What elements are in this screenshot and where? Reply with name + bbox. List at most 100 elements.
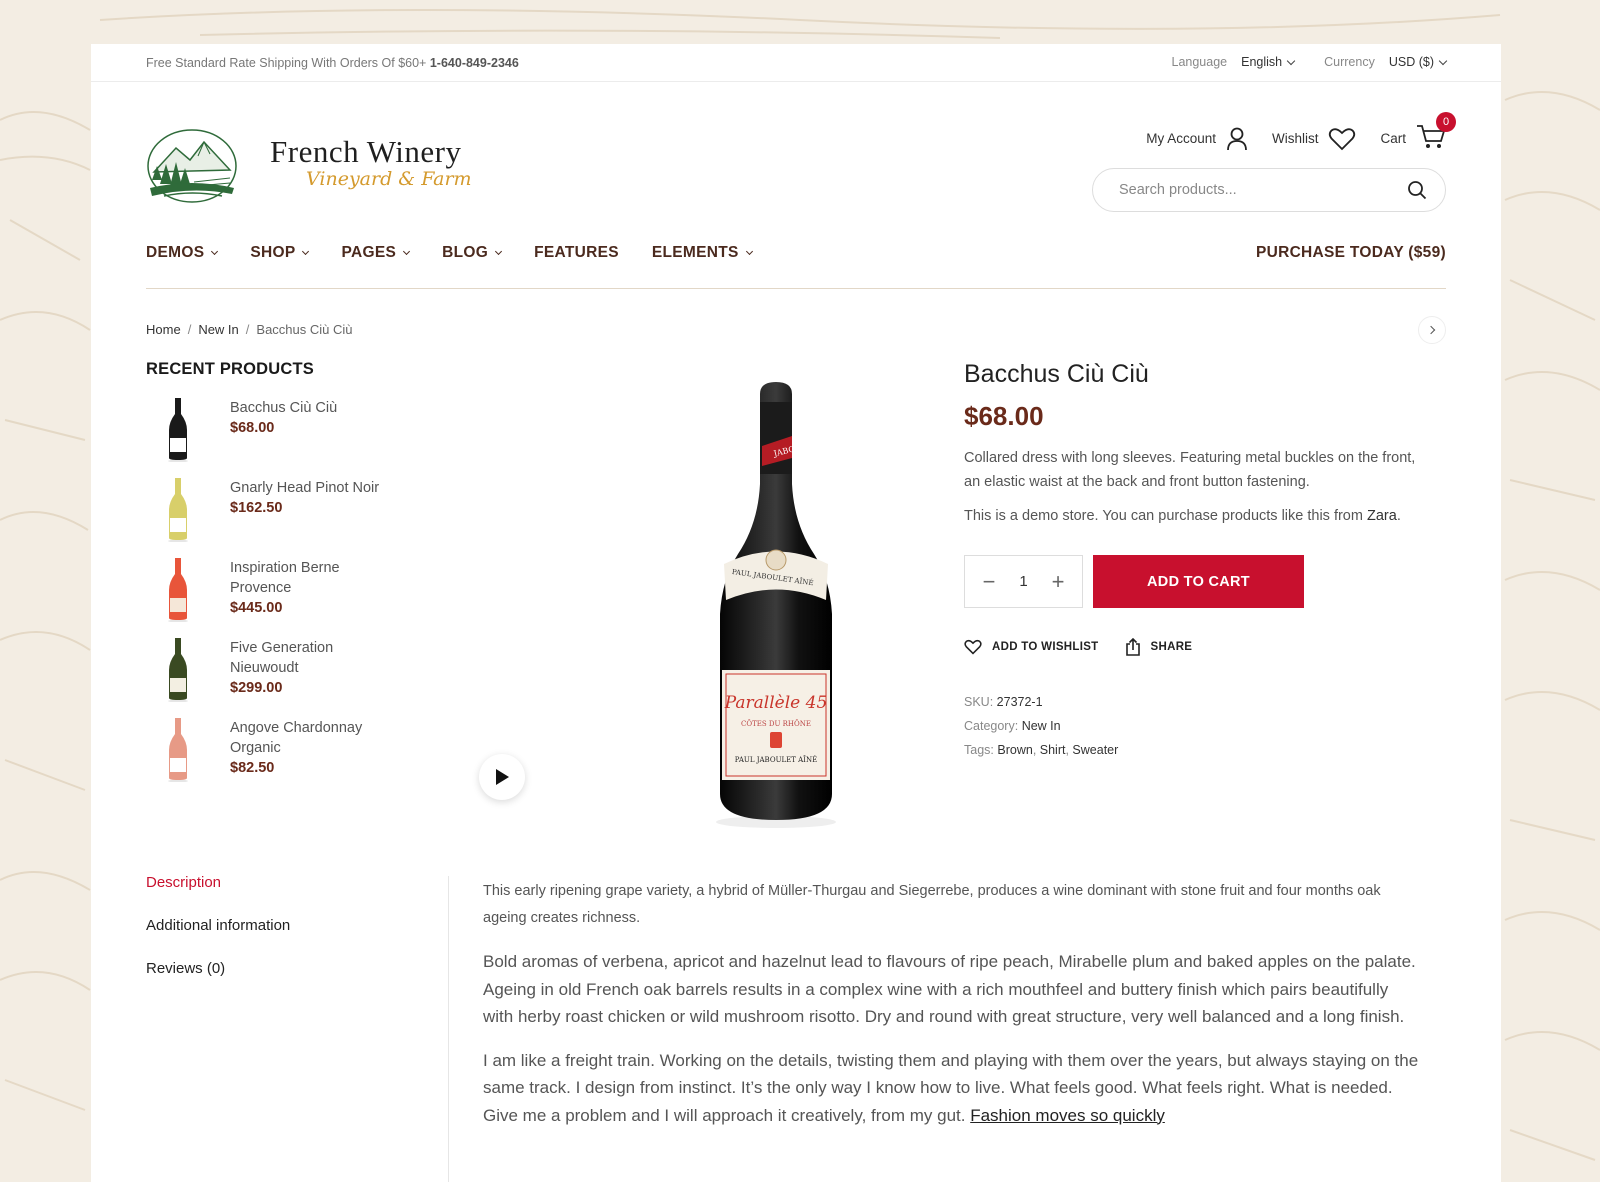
- wine-bottle-thumbnail: [168, 398, 188, 462]
- nav-item-label: FEATURES: [534, 244, 619, 261]
- cart-label: Cart: [1380, 131, 1406, 146]
- nav-item-blog[interactable]: BLOG: [442, 244, 503, 262]
- nav-item-features[interactable]: FEATURES: [534, 244, 619, 262]
- nav-item-pages[interactable]: PAGES: [341, 244, 411, 262]
- next-product-button[interactable]: [1418, 316, 1446, 344]
- account-label: My Account: [1146, 131, 1216, 146]
- play-video-button[interactable]: [479, 754, 525, 800]
- content-area: French Winery Vineyard & Farm My Account…: [146, 44, 1456, 1182]
- nav-item-demos[interactable]: DEMOS: [146, 244, 219, 262]
- my-account-link[interactable]: My Account: [1146, 127, 1248, 151]
- list-item[interactable]: Angove Chardonnay Organic $82.50: [146, 718, 406, 798]
- list-item[interactable]: Inspiration Berne Provence $445.00: [146, 558, 406, 638]
- product-image[interactable]: JABOULET PAUL JABOULET AÎNÉ Parallèle 45…: [576, 374, 946, 834]
- tags-row: Tags: Brown, Shirt, Sweater: [964, 738, 1424, 762]
- recent-product-price: $162.50: [230, 500, 283, 516]
- sku-row: SKU: 27372-1: [964, 690, 1424, 714]
- main-nav: DEMOS SHOP PAGES BLOG FEATURES ELEMENTS …: [146, 244, 1446, 289]
- quantity-value[interactable]: 1: [1019, 573, 1027, 590]
- sku-value: 27372-1: [996, 695, 1043, 709]
- recent-products-title: RECENT PRODUCTS: [146, 360, 315, 378]
- header-actions: My Account Wishlist Cart 0: [1146, 112, 1456, 153]
- tab-description[interactable]: Description: [146, 874, 446, 917]
- wine-bottle-thumbnail: [168, 718, 188, 782]
- description-paragraph: I am like a freight train. Working on th…: [483, 1047, 1423, 1130]
- chevron-down-icon: [745, 247, 753, 256]
- demo-store-note: This is a demo store. You can purchase p…: [964, 504, 1424, 528]
- tab-reviews[interactable]: Reviews (0): [146, 960, 446, 1003]
- demo-note-suffix: .: [1396, 508, 1401, 524]
- chevron-down-icon: [403, 247, 411, 256]
- recent-product-name[interactable]: Five Generation Nieuwoudt: [230, 638, 390, 678]
- breadcrumb-home[interactable]: Home: [146, 322, 181, 337]
- nav-item-label: BLOG: [442, 244, 489, 261]
- quantity-decrease-button[interactable]: −: [979, 569, 999, 595]
- category-label: Category:: [964, 719, 1019, 733]
- user-icon: [1227, 127, 1247, 150]
- heart-icon: [1329, 127, 1356, 150]
- cart-link[interactable]: Cart 0: [1380, 112, 1456, 153]
- recent-product-name[interactable]: Angove Chardonnay Organic: [230, 718, 390, 758]
- tag-link[interactable]: Shirt: [1040, 743, 1066, 757]
- list-item[interactable]: Bacchus Ciù Ciù $68.00: [146, 398, 406, 478]
- nav-items: DEMOS SHOP PAGES BLOG FEATURES ELEMENTS: [146, 244, 1446, 262]
- search-icon[interactable]: [1407, 180, 1427, 200]
- product-short-description: Collared dress with long sleeves. Featur…: [964, 450, 1416, 490]
- recent-product-name[interactable]: Inspiration Berne Provence: [230, 558, 390, 598]
- zara-link[interactable]: Zara: [1367, 508, 1397, 524]
- cart-icon-wrap: 0: [1416, 112, 1456, 153]
- share-label: SHARE: [1150, 641, 1193, 653]
- breadcrumb-category[interactable]: New In: [198, 322, 238, 337]
- wine-bottle-image: JABOULET PAUL JABOULET AÎNÉ Parallèle 45…: [716, 382, 836, 828]
- breadcrumb-current: Bacchus Ciù Ciù: [256, 322, 353, 337]
- product-title: Bacchus Ciù Ciù: [964, 360, 1149, 388]
- nav-item-elements[interactable]: ELEMENTS: [651, 244, 753, 262]
- search-input[interactable]: [1119, 182, 1407, 198]
- tag-link[interactable]: Sweater: [1072, 743, 1118, 757]
- fashion-link[interactable]: Fashion moves so quickly: [970, 1106, 1165, 1125]
- wine-bottle-thumbnail: [168, 478, 188, 542]
- share-icon: [1125, 638, 1140, 656]
- bottle-label-region: CÔTES DU RHÔNE: [741, 719, 811, 728]
- nav-item-label: ELEMENTS: [651, 244, 739, 261]
- chevron-down-icon: [211, 247, 219, 256]
- product-summary: Bacchus Ciù Ciù $68.00 Collared dress wi…: [964, 360, 1424, 762]
- chevron-down-icon: [495, 247, 503, 256]
- list-item[interactable]: Gnarly Head Pinot Noir $162.50: [146, 478, 406, 558]
- purchase-today-link[interactable]: PURCHASE TODAY ($59): [1256, 244, 1446, 262]
- nav-item-shop[interactable]: SHOP: [250, 244, 310, 262]
- play-icon: [496, 769, 509, 785]
- add-to-wishlist-button[interactable]: ADD TO WISHLIST: [964, 638, 1099, 656]
- description-paragraph: This early ripening grape variety, a hyb…: [483, 883, 1381, 926]
- add-to-cart-row: − 1 + ADD TO CART: [964, 555, 1424, 608]
- recent-product-name[interactable]: Bacchus Ciù Ciù: [230, 398, 390, 418]
- add-to-cart-button[interactable]: ADD TO CART: [1093, 555, 1304, 608]
- recent-product-name[interactable]: Gnarly Head Pinot Noir: [230, 478, 390, 498]
- quantity-stepper: − 1 +: [964, 555, 1083, 608]
- recent-product-info: Gnarly Head Pinot Noir $162.50: [230, 478, 390, 518]
- recent-product-price: $82.50: [230, 760, 275, 776]
- bottle-label-script: Parallèle 45: [724, 693, 828, 713]
- quantity-increase-button[interactable]: +: [1048, 569, 1068, 595]
- breadcrumb: Home / New In / Bacchus Ciù Ciù: [146, 322, 353, 337]
- search-bar: [1092, 168, 1446, 212]
- share-button[interactable]: SHARE: [1125, 638, 1193, 656]
- product-price: $68.00: [964, 401, 1044, 431]
- sku-label: SKU:: [964, 695, 994, 709]
- wine-bottle-thumbnail: [168, 558, 188, 622]
- breadcrumb-separator: /: [245, 322, 250, 337]
- list-item[interactable]: Five Generation Nieuwoudt $299.00: [146, 638, 406, 718]
- nav-item-label: DEMOS: [146, 244, 205, 261]
- recent-product-info: Bacchus Ciù Ciù $68.00: [230, 398, 390, 438]
- wishlist-link[interactable]: Wishlist: [1272, 127, 1357, 151]
- recent-product-price: $445.00: [230, 600, 283, 616]
- product-actions: ADD TO WISHLIST SHARE: [964, 638, 1424, 656]
- product-meta: SKU: 27372-1 Category: New In Tags: Brow…: [964, 690, 1424, 762]
- tag-link[interactable]: Brown: [997, 743, 1032, 757]
- add-to-wishlist-label: ADD TO WISHLIST: [992, 641, 1099, 653]
- category-link[interactable]: New In: [1022, 719, 1061, 733]
- tabs-divider: [448, 876, 449, 1182]
- tab-additional-information[interactable]: Additional information: [146, 917, 446, 960]
- site-logo[interactable]: French Winery Vineyard & Farm: [146, 126, 546, 206]
- recent-products-list: Bacchus Ciù Ciù $68.00 Gnarly Head Pinot N…: [146, 398, 406, 798]
